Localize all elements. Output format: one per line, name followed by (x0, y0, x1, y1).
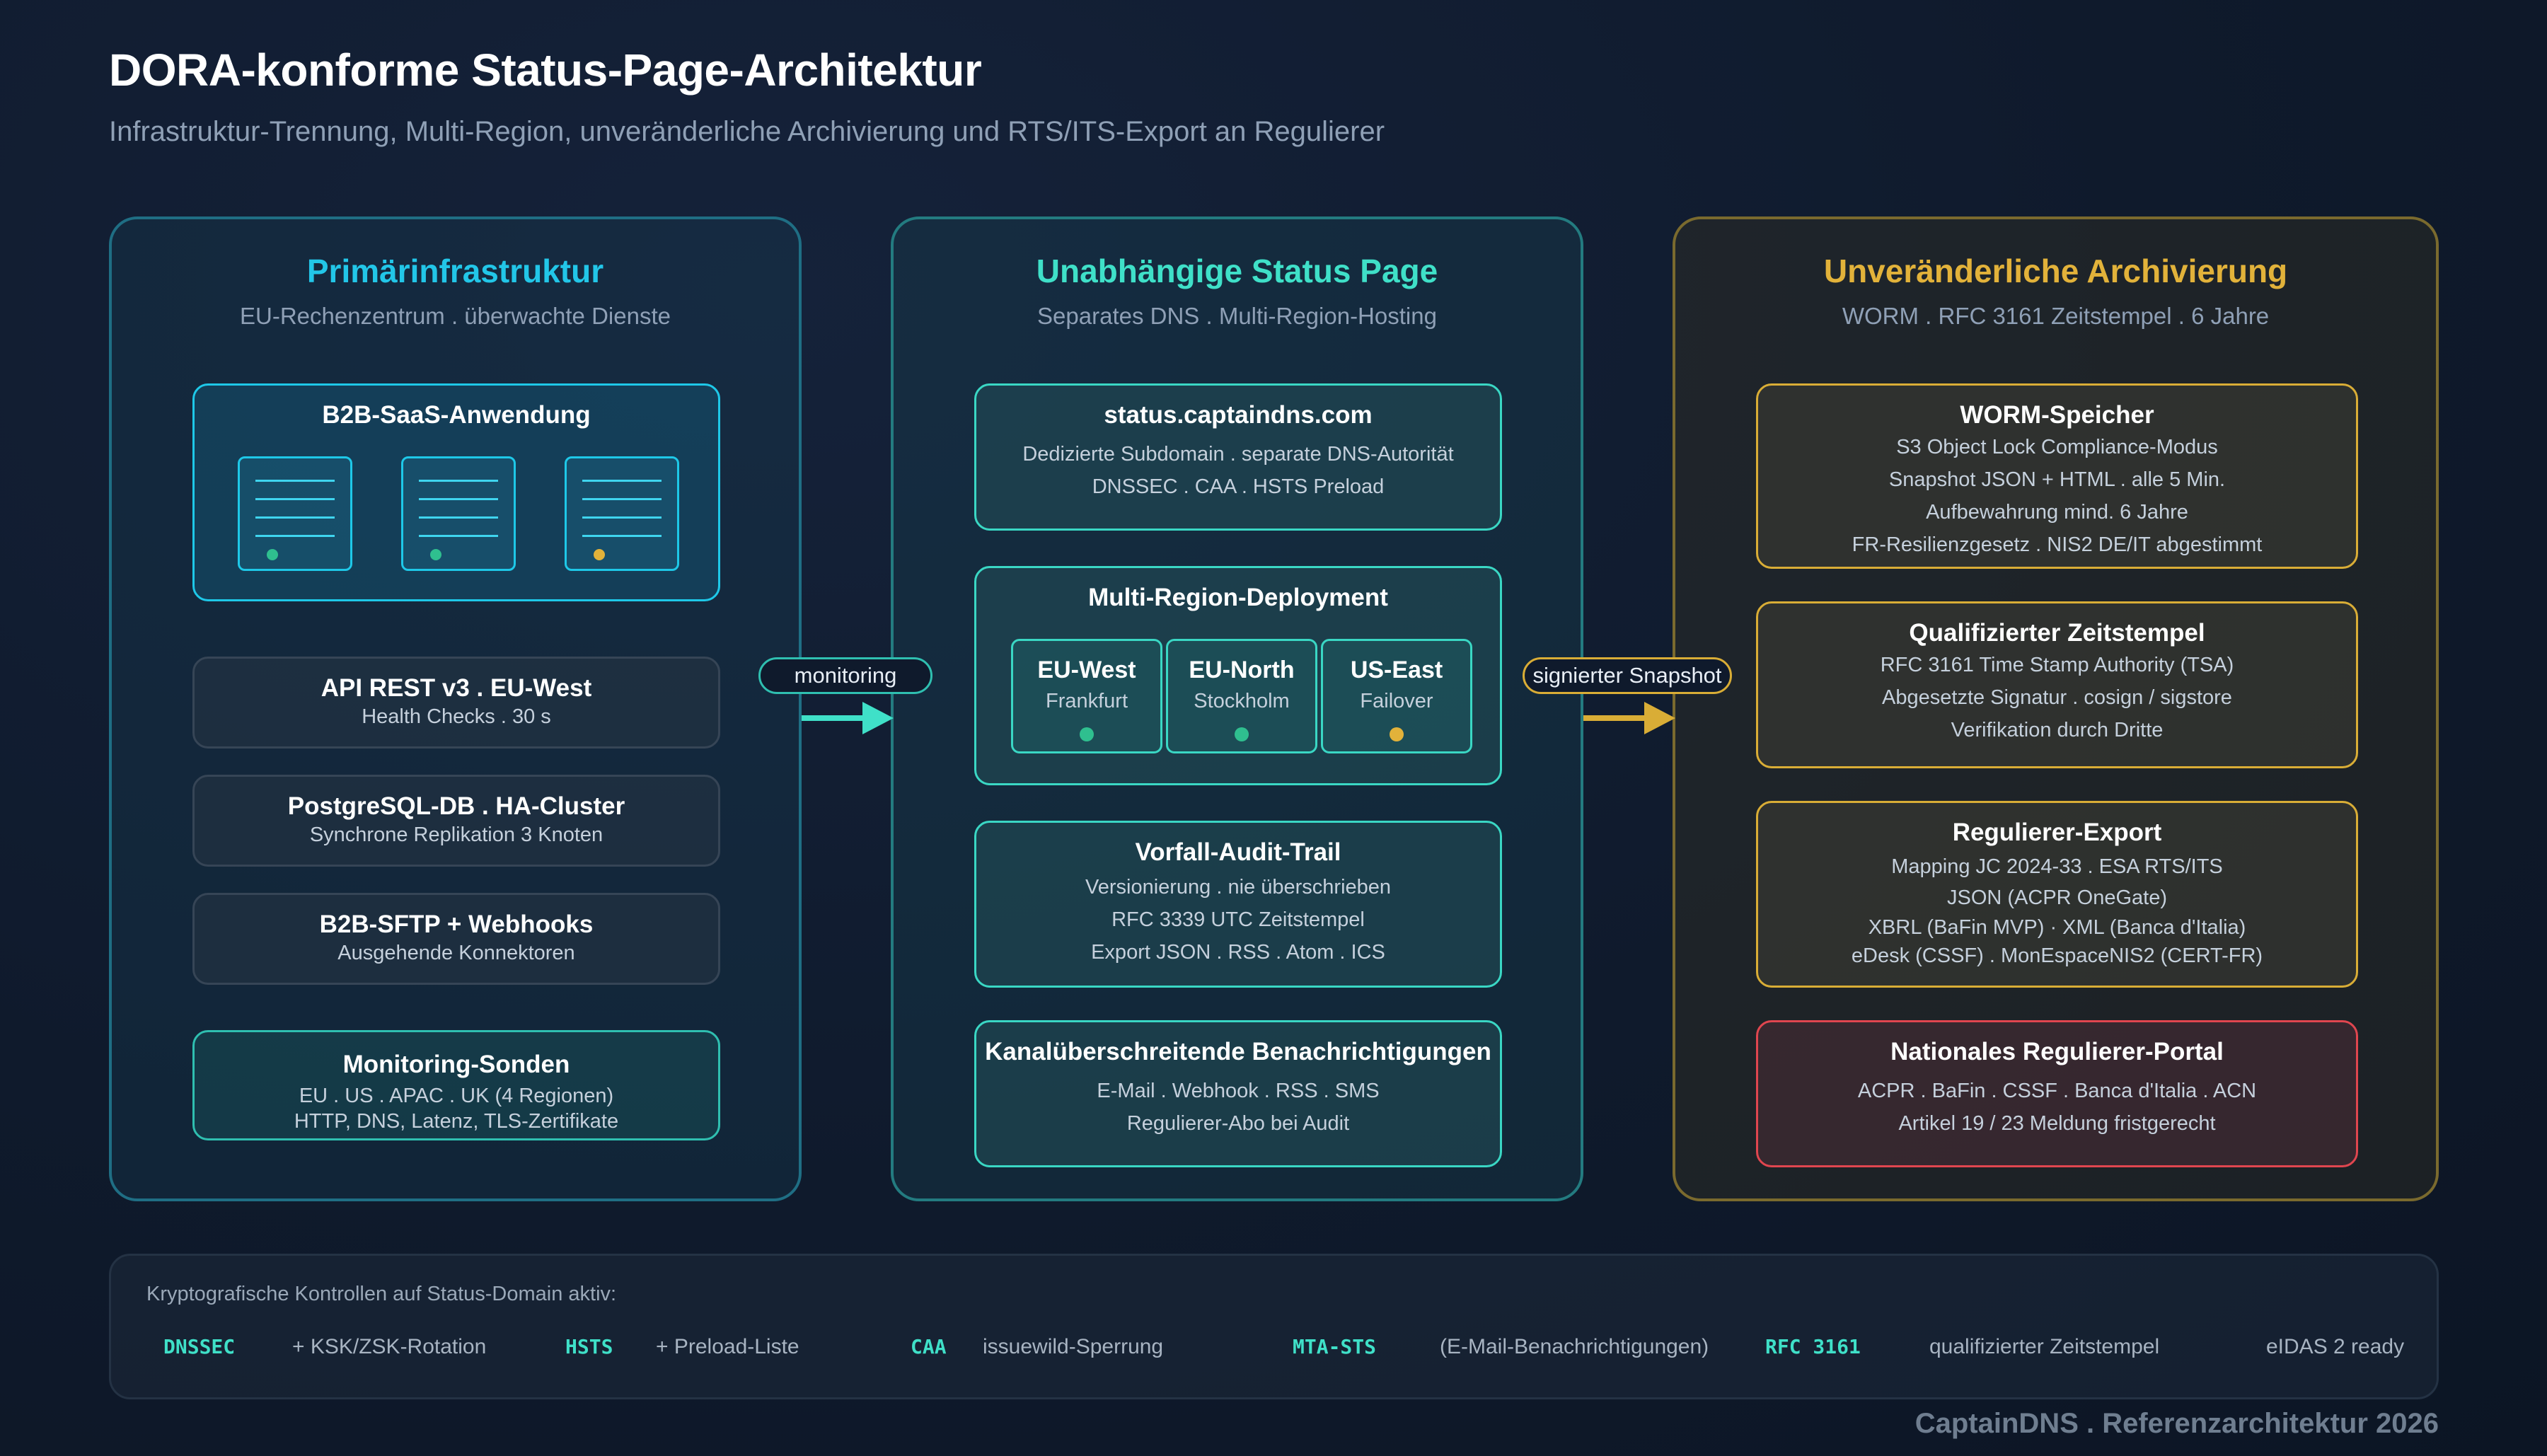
worm-storage-title: WORM-Speicher (1960, 401, 2154, 429)
page-subtitle: Infrastruktur-Trennung, Multi-Region, un… (109, 116, 1385, 147)
status-dot-yellow (1390, 727, 1404, 741)
worm-storage-line: Aufbewahrung mind. 6 Jahre (1926, 501, 2188, 524)
status-dot-green (267, 549, 278, 560)
audit-trail-line: Versionierung . nie überschrieben (1085, 876, 1392, 899)
region-city: Failover (1360, 690, 1433, 712)
region-name: EU-West (1037, 657, 1136, 683)
status-domain-line: Dedizierte Subdomain . separate DNS-Auto… (1022, 443, 1454, 466)
timestamp-box: Qualifizierter Zeitstempel RFC 3161 Time… (1756, 601, 2358, 768)
crypto-controls-footer: Kryptografische Kontrollen auf Status-Do… (109, 1254, 2439, 1399)
worm-storage-line: Snapshot JSON + HTML . alle 5 Min. (1888, 468, 2226, 491)
snapshot-connector-label: signierter Snapshot (1523, 657, 1732, 694)
region-city: Frankfurt (1045, 690, 1128, 712)
monitoring-probes-title: Monitoring-Sonden (342, 1051, 570, 1078)
api-box-line: Health Checks . 30 s (362, 705, 551, 728)
regulator-export-line: Mapping JC 2024-33 . ESA RTS/ITS (1891, 855, 2223, 878)
control-hsts: HSTS (565, 1335, 613, 1358)
database-box-line: Synchrone Replikation 3 Knoten (309, 824, 603, 846)
saas-app-box: B2B-SaaS-Anwendung (192, 383, 720, 601)
region-name: US-East (1350, 657, 1443, 683)
control-caa: CAA (911, 1335, 947, 1358)
regulator-export-line: eDesk (CSSF) . MonEspaceNIS2 (CERT-FR) (1851, 944, 2263, 967)
status-dot-green (430, 549, 441, 560)
region-us-east: US-East Failover (1321, 639, 1472, 753)
worm-storage-line: S3 Object Lock Compliance-Modus (1896, 436, 2218, 458)
archiving-panel: Unveränderliche Archivierung WORM . RFC … (1673, 216, 2439, 1201)
control-rfc3161-text: qualifizierter Zeitstempel (1929, 1335, 2160, 1358)
notifications-line: Regulierer-Abo bei Audit (1126, 1112, 1350, 1135)
server-icon (565, 456, 679, 571)
monitoring-probes-line: HTTP, DNS, Latenz, TLS-Zertifikate (294, 1110, 619, 1133)
saas-app-title: B2B-SaaS-Anwendung (322, 401, 591, 429)
monitoring-probes-box: Monitoring-Sonden EU . US . APAC . UK (4… (192, 1030, 720, 1140)
control-hsts-text: + Preload-Liste (656, 1335, 799, 1358)
primary-infrastructure-panel: Primärinfrastruktur EU-Rechenzentrum . ü… (109, 216, 802, 1201)
notifications-title: Kanalüberschreitende Benachrichtigungen (985, 1038, 1491, 1065)
status-domain-box: status.captaindns.com Dedizierte Subdoma… (974, 383, 1502, 531)
notifications-line: E-Mail . Webhook . RSS . SMS (1097, 1080, 1380, 1102)
monitoring-connector-label: monitoring (758, 657, 932, 694)
timestamp-line: Verifikation durch Dritte (1951, 719, 2164, 741)
database-box-title: PostgreSQL-DB . HA-Cluster (287, 792, 625, 820)
page-title: DORA-konforme Status-Page-Architektur (109, 45, 982, 96)
region-eu-north: EU-North Stockholm (1166, 639, 1317, 753)
status-page-panel: Unabhängige Status Page Separates DNS . … (891, 216, 1583, 1201)
audit-trail-title: Vorfall-Audit-Trail (1135, 838, 1341, 866)
control-dnssec-text: + KSK/ZSK-Rotation (292, 1335, 487, 1358)
notifications-box: Kanalüberschreitende Benachrichtigungen … (974, 1020, 1502, 1167)
status-domain-title: status.captaindns.com (1104, 401, 1373, 429)
multi-region-box: Multi-Region-Deployment EU-West Frankfur… (974, 566, 1502, 785)
control-mta-sts: MTA-STS (1293, 1335, 1377, 1358)
regulator-portal-title: Nationales Regulierer-Portal (1890, 1038, 2224, 1065)
audit-trail-box: Vorfall-Audit-Trail Versionierung . nie … (974, 821, 1502, 988)
eidas-badge: eIDAS 2 ready (2266, 1335, 2405, 1358)
multi-region-title: Multi-Region-Deployment (1088, 584, 1388, 611)
regulator-export-line: JSON (ACPR OneGate) (1946, 886, 2168, 909)
api-box: API REST v3 . EU-West Health Checks . 30… (192, 657, 720, 749)
regulator-portal-line: ACPR . BaFin . CSSF . Banca d'Italia . A… (1857, 1080, 2257, 1102)
region-city: Stockholm (1194, 690, 1290, 712)
status-domain-line: DNSSEC . CAA . HSTS Preload (1092, 475, 1385, 498)
primary-infrastructure-title: Primärinfrastruktur (306, 253, 604, 289)
regulator-export-box: Regulierer-Export Mapping JC 2024-33 . E… (1756, 801, 2358, 988)
timestamp-title: Qualifizierter Zeitstempel (1909, 619, 2205, 647)
regulator-portal-box: Nationales Regulierer-Portal ACPR . BaFi… (1756, 1020, 2358, 1167)
snapshot-arrow-icon (1583, 702, 1675, 734)
status-page-title: Unabhängige Status Page (1036, 253, 1438, 289)
database-box: PostgreSQL-DB . HA-Cluster Synchrone Rep… (192, 775, 720, 867)
control-caa-text: issuewild-Sperrung (983, 1335, 1164, 1358)
regulator-portal-line: Artikel 19 / 23 Meldung fristgerecht (1898, 1112, 2216, 1135)
regulator-export-title: Regulierer-Export (1952, 819, 2162, 846)
control-dnssec: DNSSEC (163, 1335, 236, 1358)
region-name: EU-North (1189, 657, 1295, 683)
status-page-subtitle: Separates DNS . Multi-Region-Hosting (1037, 303, 1437, 329)
status-dot-green (1235, 727, 1249, 741)
status-dot-green (1080, 727, 1094, 741)
worm-storage-box: WORM-Speicher S3 Object Lock Compliance-… (1756, 383, 2358, 569)
control-rfc3161: RFC 3161 (1765, 1335, 1861, 1358)
sftp-box-line: Ausgehende Konnektoren (337, 942, 575, 964)
credit-line: CaptainDNS . Referenzarchitektur 2026 (1914, 1408, 2439, 1439)
server-icon (401, 456, 516, 571)
status-dot-yellow (594, 549, 605, 560)
regulator-export-line: XBRL (BaFin MVP) · XML (Banca d'Italia) (1868, 916, 2246, 939)
audit-trail-line: RFC 3339 UTC Zeitstempel (1111, 908, 1365, 931)
archiving-subtitle: WORM . RFC 3161 Zeitstempel . 6 Jahre (1842, 303, 2270, 329)
audit-trail-line: Export JSON . RSS . Atom . ICS (1091, 941, 1385, 964)
monitoring-arrow-icon (802, 702, 894, 734)
monitoring-probes-line: EU . US . APAC . UK (4 Regionen) (299, 1085, 614, 1107)
timestamp-line: RFC 3161 Time Stamp Authority (TSA) (1880, 654, 2234, 676)
timestamp-line: Abgesetzte Signatur . cosign / sigstore (1882, 686, 2232, 709)
control-mta-sts-text: (E-Mail-Benachrichtigungen) (1440, 1335, 1709, 1358)
primary-infrastructure-subtitle: EU-Rechenzentrum . überwachte Dienste (240, 303, 671, 329)
server-icon (238, 456, 352, 571)
archiving-title: Unveränderliche Archivierung (1823, 253, 2288, 289)
api-box-title: API REST v3 . EU-West (320, 674, 592, 702)
sftp-box: B2B-SFTP + Webhooks Ausgehende Konnektor… (192, 893, 720, 985)
crypto-controls-heading: Kryptografische Kontrollen auf Status-Do… (146, 1283, 617, 1305)
region-eu-west: EU-West Frankfurt (1011, 639, 1162, 753)
worm-storage-line: FR-Resilienzgesetz . NIS2 DE/IT abgestim… (1852, 533, 2263, 556)
sftp-box-title: B2B-SFTP + Webhooks (319, 911, 594, 938)
